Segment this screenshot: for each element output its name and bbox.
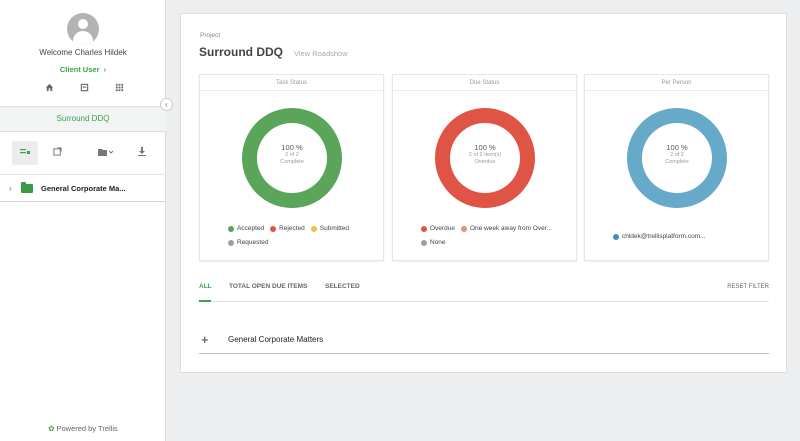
sidebar-project-name[interactable]: Surround DDQ bbox=[0, 106, 166, 132]
chart-card-per-person: Per Person 100 % 2 of 2 Complete chldek@… bbox=[584, 74, 769, 261]
legend-label: Accepted bbox=[237, 225, 265, 232]
legend-label: One week away from Over... bbox=[469, 225, 552, 232]
chevron-right-icon[interactable]: › bbox=[9, 184, 19, 193]
user-role-link[interactable]: Client User › bbox=[0, 65, 166, 74]
donut-percent: 100 % bbox=[474, 143, 496, 152]
open-external-icon[interactable] bbox=[48, 141, 66, 165]
user-avatar-icon[interactable] bbox=[67, 13, 99, 45]
legend-item[interactable]: Overdue bbox=[421, 225, 455, 232]
donut-caption: Overdue bbox=[474, 159, 496, 165]
legend-dot bbox=[228, 239, 234, 246]
chart-title: Per Person bbox=[585, 75, 768, 91]
legend-item[interactable]: One week away from Over... bbox=[460, 225, 552, 232]
donut-count: 2 of 2 Item(s) bbox=[468, 152, 502, 158]
trellis-logo-icon: ✿ bbox=[48, 424, 55, 433]
document-icon[interactable] bbox=[79, 83, 89, 94]
project-label: Project bbox=[200, 32, 221, 39]
legend-dot bbox=[460, 225, 467, 232]
download-icon[interactable] bbox=[136, 141, 148, 165]
legend-item[interactable]: None bbox=[421, 239, 446, 246]
welcome-text: Welcome Charles Hildek bbox=[39, 48, 127, 57]
legend-dot bbox=[310, 225, 317, 232]
legend-label: Submitted bbox=[319, 225, 350, 232]
powered-by: ✿ Powered by Trellis bbox=[0, 424, 166, 433]
legend-item[interactable]: Requested bbox=[228, 239, 268, 246]
chart-legend: Accepted Rejected Submitted Requested bbox=[228, 225, 378, 253]
folder-dropdown-icon[interactable] bbox=[94, 141, 116, 165]
chart-card-due-status: Due Status 100 % 2 of 2 Item(s) Overdue … bbox=[392, 74, 577, 261]
legend-dot bbox=[421, 239, 427, 246]
apps-grid-icon[interactable] bbox=[114, 83, 124, 94]
legend-dot bbox=[228, 225, 234, 232]
legend-label: None bbox=[430, 239, 446, 246]
powered-by-label: Powered by Trellis bbox=[56, 424, 118, 433]
chart-title: Due Status bbox=[393, 75, 576, 91]
legend-item[interactable]: Rejected bbox=[270, 225, 305, 232]
main-panel: Project Surround DDQ View Roadshow Task … bbox=[180, 13, 787, 373]
tab-selected[interactable]: SELECTED bbox=[325, 282, 360, 302]
sidebar: Welcome Charles Hildek Client User › Sur… bbox=[0, 0, 166, 441]
sidebar-toolbar bbox=[0, 132, 166, 172]
legend-item[interactable]: chldek@trellisplatform.com... bbox=[613, 233, 706, 240]
tree-view-icon[interactable] bbox=[12, 141, 38, 165]
chart-card-task-status: Task Status 100 % 2 of 2 Complete Accept… bbox=[199, 74, 384, 261]
donut-count: 2 of 2 bbox=[670, 152, 684, 158]
legend-label: chldek@trellisplatform.com... bbox=[622, 233, 706, 240]
chart-legend: chldek@trellisplatform.com... bbox=[613, 233, 763, 247]
sidebar-nav-icons bbox=[44, 83, 124, 94]
legend-label: Requested bbox=[237, 239, 269, 246]
legend-dot bbox=[421, 225, 427, 232]
tab-all[interactable]: ALL bbox=[199, 282, 212, 302]
chart-title: Task Status bbox=[200, 75, 383, 91]
legend-item[interactable]: Submitted bbox=[310, 225, 350, 232]
legend-dot bbox=[613, 233, 619, 240]
donut-percent: 100 % bbox=[666, 143, 688, 152]
donut-caption: Complete bbox=[665, 159, 689, 165]
chart-legend: Overdue One week away from Over... None bbox=[421, 225, 571, 253]
group-label: General Corporate Matters bbox=[228, 335, 324, 344]
home-icon[interactable] bbox=[44, 83, 54, 94]
legend-item[interactable]: Accepted bbox=[228, 225, 264, 232]
donut-chart[interactable]: 100 % 2 of 2 Complete bbox=[627, 108, 727, 208]
page-title: Surround DDQ bbox=[199, 45, 283, 59]
donut-percent: 100 % bbox=[281, 143, 303, 152]
tab-total-open-due-items[interactable]: TOTAL OPEN DUE ITEMS bbox=[229, 282, 307, 302]
expand-plus-icon[interactable]: + bbox=[201, 332, 219, 347]
donut-chart[interactable]: 100 % 2 of 2 Complete bbox=[242, 108, 342, 208]
legend-label: Overdue bbox=[430, 225, 455, 232]
donut-chart[interactable]: 100 % 2 of 2 Item(s) Overdue bbox=[435, 108, 535, 208]
reset-filter-button[interactable]: RESET FILTER bbox=[727, 284, 769, 290]
filter-tabs: ALL TOTAL OPEN DUE ITEMS SELECTED RESET … bbox=[199, 282, 769, 302]
chevron-right-icon: › bbox=[103, 65, 107, 74]
view-roadshow-link[interactable]: View Roadshow bbox=[294, 49, 348, 58]
legend-label: Rejected bbox=[279, 225, 305, 232]
tree-item-general-corporate[interactable]: › General Corporate Ma... bbox=[0, 174, 166, 202]
legend-dot bbox=[270, 225, 277, 232]
user-role-label: Client User bbox=[59, 65, 100, 74]
donut-caption: Complete bbox=[280, 159, 304, 165]
donut-count: 2 of 2 bbox=[285, 152, 299, 158]
group-row[interactable]: + General Corporate Matters bbox=[199, 326, 769, 354]
folder-icon bbox=[21, 181, 33, 193]
collapse-sidebar-button[interactable]: ‹ bbox=[160, 98, 173, 111]
tree-item-label: General Corporate Ma... bbox=[41, 183, 126, 193]
